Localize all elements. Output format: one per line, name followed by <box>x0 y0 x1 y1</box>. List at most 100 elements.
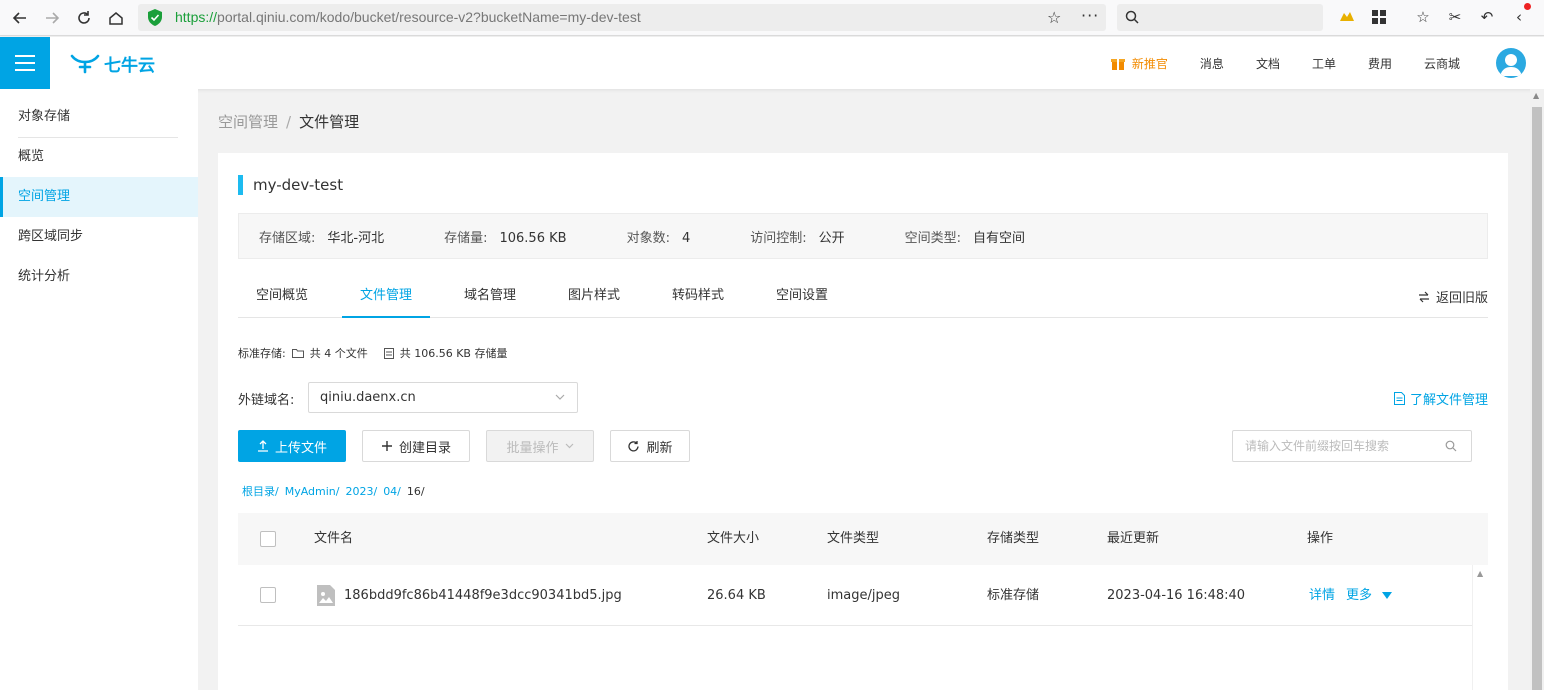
tab-domain-management[interactable]: 域名管理 <box>446 275 534 318</box>
tab-bucket-overview[interactable]: 空间概览 <box>238 275 326 318</box>
menu-bar-icon <box>15 62 35 64</box>
column-header-type[interactable]: 文件类型 <box>827 513 879 565</box>
bucket-info-bar: 存储区域: 华北-河北 存储量: 106.56 KB 对象数: 4 访问控制: 公开 空… <box>238 213 1488 259</box>
info-bucket-type: 空间类型: 自有空间 <box>905 227 1025 246</box>
back-to-old-version-link[interactable]: 返回旧版 <box>1418 287 1488 306</box>
info-label: 存储区域: <box>259 230 316 246</box>
upload-file-button[interactable]: 上传文件 <box>238 430 346 462</box>
header-link-promotion[interactable]: 新推官 <box>1110 55 1168 72</box>
path-segment-04[interactable]: 04/ <box>383 485 401 498</box>
create-directory-label: 创建目录 <box>398 440 451 456</box>
bookmark-star-icon[interactable]: ☆ <box>1047 8 1061 27</box>
sidebar-item-bucket-management[interactable]: 空间管理 <box>0 177 198 217</box>
image-file-icon <box>317 585 335 606</box>
info-value: 4 <box>681 230 691 246</box>
directory-path: 根目录/MyAdmin/2023/04/16/ <box>242 483 431 499</box>
scroll-up-icon[interactable]: ▲ <box>1533 91 1539 100</box>
file-updated-time: 2023-04-16 16:48:40 <box>1107 588 1246 603</box>
learn-file-management-link[interactable]: 了解文件管理 <box>1393 389 1488 408</box>
page-scrollbar[interactable]: ▲ <box>1530 89 1544 690</box>
undo-icon[interactable]: ↶ <box>1476 6 1498 28</box>
extension-icon[interactable] <box>1336 6 1358 28</box>
column-header-name[interactable]: 文件名 <box>314 513 353 565</box>
table-scrollbar[interactable]: ▲ <box>1472 565 1488 690</box>
qiniu-logo[interactable]: 七牛云 <box>70 51 155 76</box>
browser-search-bar[interactable] <box>1117 4 1323 31</box>
row-checkbox[interactable] <box>260 587 276 603</box>
column-header-actions: 操作 <box>1307 531 1334 546</box>
user-avatar-icon <box>1500 54 1522 76</box>
swap-icon <box>1418 291 1429 302</box>
scrollbar-thumb[interactable] <box>1532 107 1542 690</box>
path-segment-root[interactable]: 根目录/ <box>242 485 279 498</box>
sidebar-item-cross-region-sync[interactable]: 跨区域同步 <box>0 217 198 257</box>
tab-image-styles[interactable]: 图片样式 <box>550 275 638 318</box>
column-header-storage-type[interactable]: 存储类型 <box>987 513 1039 565</box>
search-icon[interactable] <box>1445 440 1457 452</box>
scroll-up-icon[interactable]: ▲ <box>1477 569 1483 578</box>
info-storage: 存储量: 106.56 KB <box>444 227 566 246</box>
file-search-box <box>1232 430 1472 462</box>
create-directory-button[interactable]: 创建目录 <box>362 430 470 462</box>
tab-transcode-styles[interactable]: 转码样式 <box>654 275 742 318</box>
sidebar-item-overview[interactable]: 概览 <box>0 137 198 177</box>
favorites-icon[interactable]: ☆ <box>1412 6 1434 28</box>
path-segment-current: 16/ <box>406 485 425 498</box>
menu-bar-icon <box>15 69 35 71</box>
path-segment-myadmin[interactable]: MyAdmin/ <box>285 485 340 498</box>
tab-file-management[interactable]: 文件管理 <box>342 275 430 318</box>
info-label: 访问控制: <box>750 230 807 246</box>
info-value: 自有空间 <box>973 230 1026 246</box>
domain-label: 外链域名: <box>238 393 295 408</box>
header-link-docs[interactable]: 文档 <box>1256 55 1280 72</box>
breadcrumb-parent[interactable]: 空间管理 <box>218 113 278 131</box>
stats-prefix: 标准存储: <box>238 347 286 360</box>
header-link-billing[interactable]: 费用 <box>1368 55 1392 72</box>
learn-link-label: 了解文件管理 <box>1409 393 1488 408</box>
file-type: image/jpeg <box>827 588 900 603</box>
info-value: 公开 <box>818 230 845 246</box>
storage-icon <box>383 347 394 359</box>
more-actions-label: 更多 <box>1346 588 1373 603</box>
chevron-down-icon <box>555 394 565 400</box>
hamburger-menu-button[interactable] <box>0 37 50 89</box>
caret-down-icon <box>1382 592 1393 599</box>
domain-select[interactable]: qiniu.daenx.cn <box>308 382 578 413</box>
file-prefix-search-input[interactable] <box>1233 431 1433 461</box>
path-segment-2023[interactable]: 2023/ <box>345 485 377 498</box>
header-link-marketplace[interactable]: 云商城 <box>1424 55 1460 72</box>
home-icon[interactable] <box>104 6 128 30</box>
reload-icon[interactable] <box>72 6 96 30</box>
grid-icon[interactable] <box>1368 6 1390 28</box>
more-dots-icon[interactable]: ··· <box>1081 6 1099 25</box>
info-label: 存储量: <box>444 230 488 246</box>
tab-bucket-settings[interactable]: 空间设置 <box>758 275 846 318</box>
scissors-icon[interactable]: ✂ <box>1444 6 1466 28</box>
stats-size: 共 106.56 KB 存储量 <box>399 347 508 360</box>
column-header-size[interactable]: 文件大小 <box>707 513 759 565</box>
tab-bar: 空间概览 文件管理 域名管理 图片样式 转码样式 空间设置 返回旧版 <box>238 275 1488 318</box>
avatar[interactable] <box>1496 48 1526 78</box>
detail-link[interactable]: 详情 <box>1309 565 1335 626</box>
domain-select-value: qiniu.daenx.cn <box>320 390 416 405</box>
header-link-messages[interactable]: 消息 <box>1200 55 1224 72</box>
more-actions-link[interactable]: 更多 <box>1346 565 1393 626</box>
header-link-tickets[interactable]: 工单 <box>1312 55 1336 72</box>
url-bar[interactable]: https://portal.qiniu.com/kodo/bucket/res… <box>138 4 1106 31</box>
logo-text: 七牛云 <box>104 56 155 76</box>
forward-icon[interactable] <box>40 6 64 30</box>
sidebar-item-statistics[interactable]: 统计分析 <box>0 257 198 297</box>
column-header-updated[interactable]: 最近更新 <box>1107 513 1159 565</box>
select-all-checkbox[interactable] <box>260 531 276 547</box>
back-icon[interactable] <box>8 6 32 30</box>
batch-operation-button[interactable]: 批量操作 <box>486 430 594 462</box>
info-value: 106.56 KB <box>499 230 567 246</box>
refresh-button[interactable]: 刷新 <box>610 430 690 462</box>
file-name[interactable]: 186bdd9fc86b41448f9e3dcc90341bd5.jpg <box>344 565 622 626</box>
url-text: https://portal.qiniu.com/kodo/bucket/res… <box>175 9 641 25</box>
folder-icon <box>291 349 304 358</box>
info-access-control: 访问控制: 公开 <box>750 227 844 246</box>
refresh-icon <box>628 440 640 451</box>
chevron-down-icon <box>565 443 573 449</box>
sidebar: 对象存储 概览 空间管理 跨区域同步 统计分析 <box>0 89 198 690</box>
